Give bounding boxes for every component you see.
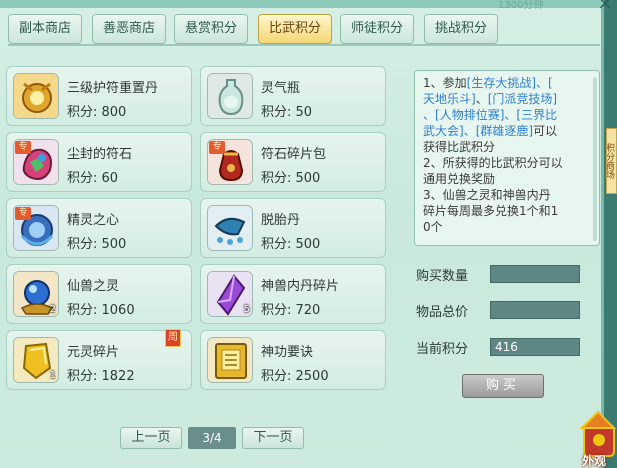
gold-amulet-icon — [14, 74, 58, 118]
tab-challenge-points[interactable]: 挑战积分 — [424, 14, 498, 44]
item-grid: 三级护符重置丹 积分: 800 灵气瓶 积分: 50 专 尘封的符石 积分: 6… — [6, 66, 402, 396]
prev-page-button[interactable]: 上一页 — [120, 427, 182, 449]
buy-button[interactable]: 购买 — [462, 374, 544, 398]
total-price-field — [490, 301, 580, 319]
link-sect-arena[interactable]: [门派竞技场] — [488, 92, 557, 106]
item-price: 积分: 500 — [261, 237, 321, 252]
top-number: 1300分钟 — [498, 0, 544, 11]
item-name: 神功要诀 — [261, 345, 314, 360]
link-heaven-earth-fight[interactable]: 天地乐斗] — [423, 92, 476, 106]
item-card[interactable]: 专 精灵之心 积分: 500 — [6, 198, 192, 258]
item-price: 积分: 50 — [261, 105, 313, 120]
item-name: 灵气瓶 — [261, 81, 301, 96]
item-price: 积分: 720 — [261, 303, 321, 318]
item-icon-box — [207, 73, 253, 119]
rules-info-box: 1、参加[生存大挑战]、[ 天地乐斗]、[门派竞技场] 、[人物排位赛]、[三界… — [414, 70, 600, 246]
item-icon-box — [13, 73, 59, 119]
item-price: 积分: 60 — [67, 171, 119, 186]
current-points-field: 416 — [490, 338, 580, 356]
close-icon[interactable]: × — [594, 0, 616, 14]
item-name: 三级护符重置丹 — [67, 81, 159, 96]
item-name: 精灵之心 — [67, 213, 120, 228]
item-card[interactable]: 灵气瓶 积分: 50 — [200, 66, 386, 126]
info-line: 碎片每周最多兑换1个和1 — [423, 204, 559, 218]
total-price-label: 物品总价 — [416, 305, 469, 320]
item-icon-box: 2 — [13, 271, 59, 317]
next-page-button[interactable]: 下一页 — [242, 427, 304, 449]
info-line: 武大会]、[群雄逐鹿]可以 — [423, 124, 558, 138]
buy-quantity-input[interactable] — [490, 265, 580, 283]
info-line: 1、参加[生存大挑战]、[ — [423, 76, 553, 90]
item-price: 积分: 2500 — [261, 369, 329, 384]
info-line: 0个 — [423, 220, 443, 234]
item-price: 积分: 1060 — [67, 303, 135, 318]
item-card[interactable]: 专 符石碎片包 积分: 500 — [200, 132, 386, 192]
weekly-badge: 周 — [165, 329, 181, 347]
item-icon-box: 专 — [13, 205, 59, 251]
item-card[interactable]: 5 神兽内丹碎片 积分: 720 — [200, 264, 386, 324]
item-name: 符石碎片包 — [261, 147, 327, 162]
item-icon-box: 专 — [13, 139, 59, 185]
link-three-realms-cont[interactable]: 武大会] — [423, 124, 464, 138]
item-card[interactable]: 专 尘封的符石 积分: 60 — [6, 132, 192, 192]
tab-dungeon-shop[interactable]: 副本商店 — [8, 14, 82, 44]
vase-icon — [208, 74, 252, 118]
link-heroes-battle[interactable]: [群雄逐鹿] — [476, 124, 533, 138]
link-survival-challenge[interactable]: [生存大挑战] — [467, 76, 536, 90]
info-line: 、[人物排位赛]、[三界比 — [423, 108, 558, 122]
item-count: 2 — [49, 304, 56, 315]
special-badge: 专 — [209, 141, 225, 154]
item-name: 神兽内丹碎片 — [261, 279, 340, 294]
item-icon-box — [207, 205, 253, 251]
info-line: 获得比武积分 — [423, 140, 496, 154]
item-name: 尘封的符石 — [67, 147, 133, 162]
item-icon-box: 1 — [13, 337, 59, 383]
item-card[interactable]: 三级护符重置丹 积分: 800 — [6, 66, 192, 126]
info-line: 2、所获得的比武积分可以 — [423, 156, 563, 170]
info-line: 3、仙兽之灵和神兽内丹 — [423, 188, 551, 202]
page-indicator: 3/4 — [188, 427, 236, 449]
special-badge: 专 — [15, 141, 31, 154]
item-price: 积分: 500 — [67, 237, 127, 252]
info-line: 天地乐斗]、[门派竞技场] — [423, 92, 558, 106]
tab-mentor-points[interactable]: 师徒积分 — [340, 14, 414, 44]
info-line: 通用兑换奖励 — [423, 172, 496, 186]
tab-divider — [8, 44, 600, 46]
item-icon-box: 专 — [207, 139, 253, 185]
link-ranking-match[interactable]: [人物排位赛] — [435, 108, 504, 122]
tab-arena-points[interactable]: 比武积分 — [258, 14, 332, 44]
link-three-realms[interactable]: [三界比 — [516, 108, 557, 122]
item-price: 积分: 500 — [261, 171, 321, 186]
item-count: 1 — [49, 370, 56, 381]
item-icon-box — [207, 337, 253, 383]
item-card[interactable]: 1 元灵碎片 积分: 1822 周 — [6, 329, 192, 390]
item-card[interactable]: 脱胎丹 积分: 500 — [200, 198, 386, 258]
item-card[interactable]: 神功要诀 积分: 2500 — [200, 330, 386, 390]
current-points-label: 当前积分 — [416, 342, 469, 357]
item-icon-box: 5 — [207, 271, 253, 317]
item-count: 5 — [243, 304, 250, 315]
appearance-shop-label: 外观商 — [582, 454, 607, 468]
side-strip — [604, 0, 617, 468]
pill-icon — [208, 206, 252, 250]
special-badge: 专 — [15, 207, 31, 220]
item-price: 积分: 1822 — [67, 369, 135, 384]
shop-window: 1300分钟 副本商店 善恶商店 悬赏积分 比武积分 师徒积分 挑战积分 三级护… — [0, 0, 604, 468]
book-icon — [208, 338, 252, 382]
item-name: 元灵碎片 — [67, 345, 120, 360]
buy-quantity-label: 购买数量 — [416, 269, 469, 284]
item-card[interactable]: 2 仙兽之灵 积分: 1060 — [6, 264, 192, 324]
item-price: 积分: 800 — [67, 105, 127, 120]
item-name: 脱胎丹 — [261, 213, 301, 228]
tab-bounty-points[interactable]: 悬赏积分 — [174, 14, 248, 44]
side-tab[interactable]: 积分商场 — [606, 128, 617, 194]
item-name: 仙兽之灵 — [67, 279, 120, 294]
tab-karma-shop[interactable]: 善恶商店 — [92, 14, 166, 44]
info-scrollbar[interactable] — [593, 77, 597, 241]
